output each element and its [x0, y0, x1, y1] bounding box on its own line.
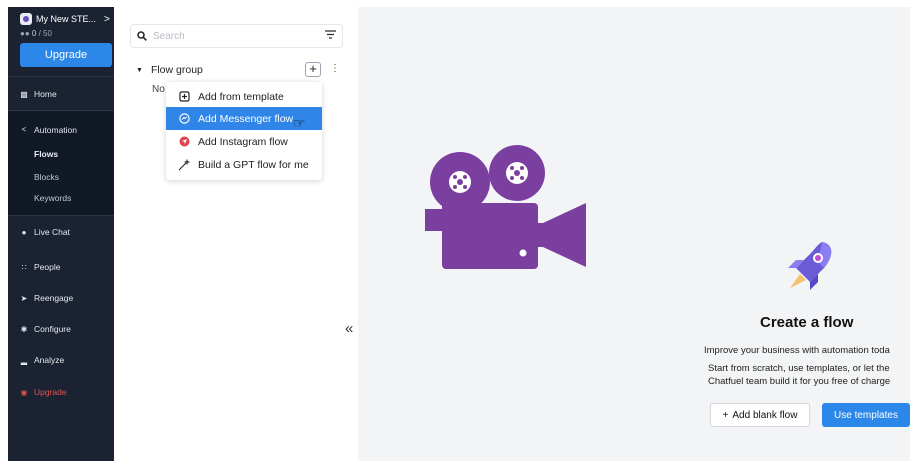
sidebar-item-label: Automation	[34, 125, 77, 135]
sidebar-item-blocks[interactable]: Blocks	[8, 170, 114, 184]
sidebar-item-people[interactable]: ∷ People	[8, 258, 114, 276]
more-options-icon[interactable]: ⋮	[330, 63, 340, 74]
rocket-icon	[788, 242, 832, 290]
search-input[interactable]: Search	[130, 24, 343, 48]
video-camera-icon	[425, 145, 586, 269]
sidebar-item-label: Reengage	[34, 293, 74, 303]
create-flow-title: Create a flow	[760, 314, 854, 331]
sidebar-item-label: Configure	[34, 324, 71, 334]
add-flow-button[interactable]: +	[305, 62, 321, 77]
people-icon: ∷	[21, 262, 27, 272]
workspace-switcher[interactable]: My New STE... >	[20, 13, 110, 25]
add-blank-flow-label: Add blank flow	[732, 409, 798, 421]
search-placeholder: Search	[153, 30, 185, 42]
menu-item-label: Add Messenger flow	[198, 112, 294, 125]
upgrade-button[interactable]: Upgrade	[20, 43, 112, 67]
sidebar-item-label: People	[34, 262, 61, 272]
menu-item-add-from-template[interactable]: Add from template	[166, 85, 322, 108]
sidebar-item-upgrade[interactable]: ◉ Upgrade	[8, 383, 114, 401]
sidebar: My New STE... > ●● 0 / 50 Upgrade ▩ Home…	[8, 7, 114, 461]
sidebar-item-keywords[interactable]: Keywords	[8, 191, 114, 205]
menu-item-build-gpt-flow[interactable]: Build a GPT flow for me	[166, 153, 322, 176]
sidebar-item-reengage[interactable]: ➤ Reengage	[8, 289, 114, 307]
home-icon: ▩	[20, 89, 28, 99]
create-flow-subtext-line2: Chatfuel team build it for you free of c…	[708, 376, 891, 387]
sidebar-item-label: Flows	[34, 149, 59, 159]
sidebar-item-configure[interactable]: ✱ Configure	[8, 320, 114, 338]
messenger-icon	[178, 113, 190, 125]
sidebar-item-analyze[interactable]: ▂ Analyze	[8, 351, 114, 369]
create-flow-description: Improve your business with automation to…	[704, 345, 890, 356]
caret-down-icon[interactable]: ▼	[136, 67, 143, 74]
sidebar-item-flows[interactable]: Flows	[8, 147, 114, 161]
sidebar-item-home[interactable]: ▩ Home	[8, 85, 114, 103]
flow-list-panel: Search ▼ Flow group	[114, 7, 358, 461]
share-icon: <	[21, 125, 27, 134]
create-flow-subtext-line1: Start from scratch, use templates, or le…	[708, 363, 890, 374]
sidebar-item-label: Live Chat	[34, 227, 70, 237]
menu-item-label: Add Instagram flow	[198, 135, 288, 148]
menu-item-add-instagram-flow[interactable]: Add Instagram flow	[166, 130, 322, 153]
people-icon: ●●	[20, 29, 30, 38]
use-templates-button[interactable]: Use templates	[822, 403, 910, 427]
sidebar-item-label: Keywords	[34, 193, 72, 203]
gear-icon: ✱	[20, 324, 28, 334]
menu-item-label: Add from template	[198, 90, 284, 103]
filter-icon[interactable]	[325, 30, 336, 39]
add-blank-flow-button[interactable]: + Add blank flow	[710, 403, 810, 427]
search-icon	[137, 31, 147, 41]
divider	[8, 215, 114, 216]
magic-wand-icon	[178, 158, 190, 171]
sidebar-item-label: Upgrade	[34, 387, 67, 397]
bar-chart-icon: ▂	[20, 355, 28, 365]
sidebar-item-live-chat[interactable]: ● Live Chat	[8, 223, 114, 241]
template-icon	[178, 91, 190, 103]
flow-group-label: Flow group	[150, 64, 203, 76]
chevron-right-icon: >	[104, 13, 110, 25]
workspace-logo-icon	[20, 13, 32, 25]
flow-group-row[interactable]: ▼ Flow group	[130, 62, 358, 78]
menu-item-label: Build a GPT flow for me	[198, 158, 309, 171]
seats-total: / 50	[38, 29, 52, 38]
sidebar-item-label: Blocks	[34, 172, 60, 182]
upgrade-icon: ◉	[20, 387, 28, 397]
seats-used: 0	[31, 29, 37, 38]
plus-icon: +	[722, 409, 729, 421]
collapse-panel-icon[interactable]: «	[345, 320, 353, 337]
seats-counter: ●● 0 / 50	[20, 29, 52, 38]
divider	[8, 76, 114, 77]
send-icon: ➤	[20, 293, 28, 303]
workspace-name: My New STE...	[36, 14, 97, 24]
chat-icon: ●	[21, 227, 27, 237]
sidebar-item-label: Analyze	[34, 355, 65, 365]
hand-cursor-icon: ☞	[293, 115, 306, 131]
instagram-icon	[178, 136, 190, 148]
sidebar-item-label: Home	[34, 89, 57, 99]
empty-state-text: No	[152, 84, 165, 95]
